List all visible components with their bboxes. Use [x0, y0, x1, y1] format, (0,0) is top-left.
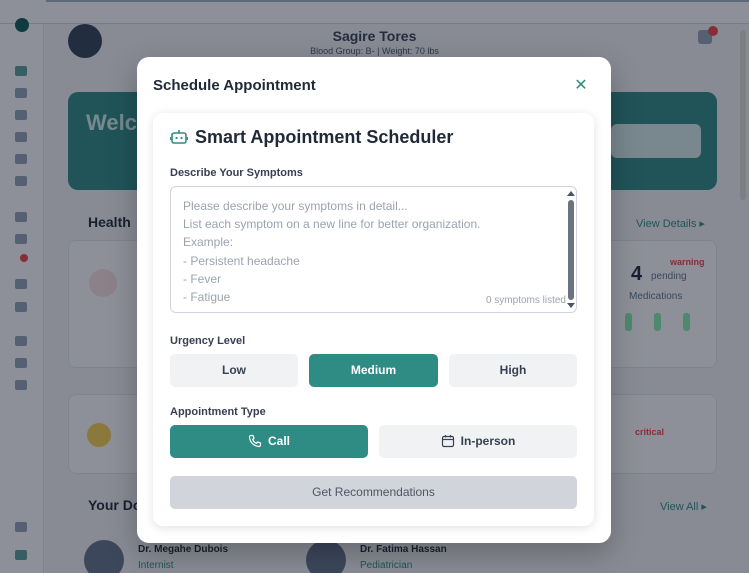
scheduler-title: Smart Appointment Scheduler — [195, 127, 454, 147]
symptoms-textarea[interactable] — [171, 187, 568, 312]
urgency-medium-button[interactable]: Medium — [309, 354, 438, 387]
appointment-type-label: Appointment Type — [170, 406, 266, 418]
type-in-person-button[interactable]: In-person — [379, 425, 577, 458]
schedule-appointment-modal: Schedule Appointment ✕ Smart Appointment… — [137, 57, 611, 543]
scroll-thumb[interactable] — [568, 200, 574, 300]
scroll-up-arrow-icon[interactable] — [567, 191, 575, 196]
smart-scheduler-card: Smart Appointment Scheduler Describe You… — [153, 113, 594, 526]
urgency-high-button[interactable]: High — [449, 354, 577, 387]
get-recommendations-button[interactable]: Get Recommendations — [170, 476, 577, 509]
close-icon[interactable]: ✕ — [571, 76, 591, 96]
robot-icon — [170, 130, 188, 144]
type-call-button[interactable]: Call — [170, 425, 368, 458]
modal-title: Schedule Appointment — [153, 77, 316, 94]
urgency-low-button[interactable]: Low — [170, 354, 298, 387]
symptom-count: 0 symptoms listed — [485, 295, 566, 306]
symptoms-label: Describe Your Symptoms — [170, 167, 303, 179]
textarea-scrollbar[interactable] — [567, 191, 575, 308]
symptoms-field-wrapper: 0 symptoms listed — [170, 186, 577, 313]
type-call-label: Call — [267, 434, 290, 448]
phone-icon — [248, 434, 262, 447]
scroll-down-arrow-icon[interactable] — [567, 303, 575, 308]
calendar-icon — [441, 434, 454, 447]
page-scrollbar[interactable] — [740, 30, 746, 200]
type-in-person-label: In-person — [460, 434, 516, 448]
urgency-label: Urgency Level — [170, 335, 246, 347]
